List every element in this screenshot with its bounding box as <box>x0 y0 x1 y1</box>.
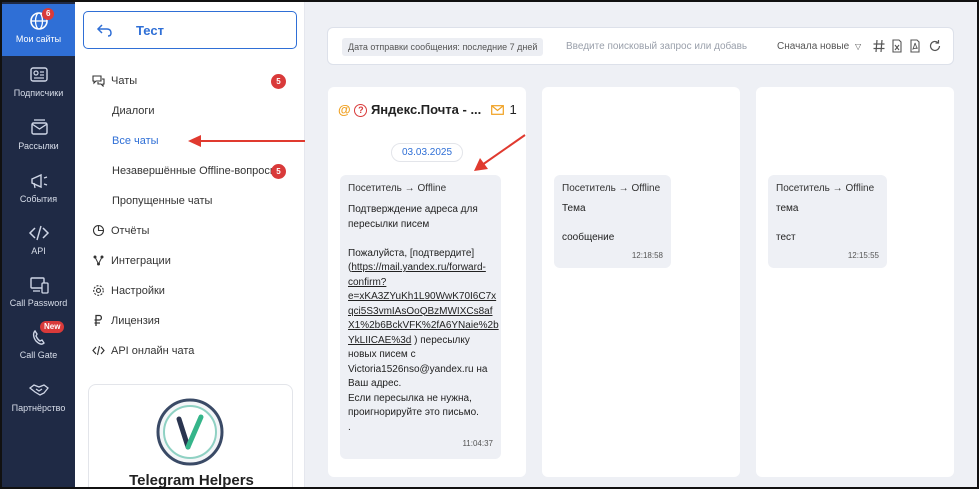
ruble-icon <box>92 314 105 327</box>
menu-item-all-chats[interactable]: Все чаты <box>75 128 305 154</box>
message-card[interactable]: Посетитель → Offline тема тест 12:15:55 <box>768 175 887 268</box>
message-time: 11:04:37 <box>462 439 493 448</box>
menu-label: API онлайн чата <box>111 345 195 357</box>
envelope-icon <box>491 103 504 118</box>
rail-item-events[interactable]: События <box>2 164 75 216</box>
telegram-helpers-logo <box>155 397 225 467</box>
rail-label: События <box>19 194 58 204</box>
rail-label: Мои сайты <box>15 34 62 44</box>
menu-label: Настройки <box>111 285 165 297</box>
new-badge: New <box>40 321 65 333</box>
menu-item-chats[interactable]: Чаты 5 <box>75 68 305 94</box>
rail-item-my-sites[interactable]: Мои сайты 6 <box>2 4 75 56</box>
refresh-icon[interactable] <box>928 39 942 53</box>
menu-label: Лицензия <box>111 315 160 327</box>
chat-bubbles-icon <box>92 74 105 88</box>
menu-item-unfinished-offline[interactable]: Незавершённые Offline-вопросы 5 <box>75 158 305 184</box>
telegram-helpers-promo[interactable]: Telegram Helpers <box>88 384 293 489</box>
sort-label: Сначала новые <box>777 41 850 52</box>
back-arrow-icon[interactable] <box>96 21 114 39</box>
confirm-link[interactable]: https://mail.yandex.ru/forward- confirm?… <box>348 262 499 346</box>
handshake-icon <box>2 377 75 403</box>
message-sender: Посетитель → Offline <box>562 183 661 194</box>
gear-icon <box>92 284 105 297</box>
chat-column: @ ? Яндекс.Почта - ... 1 03.03.2025 Посе… <box>328 87 526 477</box>
message-sender: Посетитель → Offline <box>348 183 447 194</box>
main-nav-rail: Мои сайты 6 Подписчики Рассылки События <box>2 2 75 487</box>
message-count: 1 <box>509 102 517 117</box>
megaphone-icon <box>2 168 75 194</box>
excel-export-icon[interactable] <box>890 39 904 53</box>
menu-item-chat-api[interactable]: API онлайн чата <box>75 338 305 364</box>
rail-label: Партнёрство <box>11 403 66 413</box>
globe-icon <box>2 8 75 34</box>
menu-item-settings[interactable]: Настройки <box>75 278 305 304</box>
sort-select[interactable]: Сначала новые ▽ <box>777 41 861 52</box>
rail-label: Рассылки <box>18 141 59 151</box>
menu-label: Все чаты <box>112 135 159 147</box>
pie-chart-icon <box>92 224 105 237</box>
filter-bar: Дата отправки сообщения: последние 7 дне… <box>327 27 954 65</box>
rail-item-api[interactable]: API <box>2 216 75 268</box>
rail-item-call-password[interactable]: Call Password <box>2 268 75 320</box>
menu-item-missed-chats[interactable]: Пропущенные чаты <box>75 188 305 214</box>
mail-stack-icon <box>2 115 75 141</box>
chat-column: Посетитель → Offline Тема сообщение 12:1… <box>542 87 740 477</box>
chat-sidebar: Тест Чаты 5 Диалоги Все чаты Незавершённ… <box>75 2 305 489</box>
promo-title: Telegram Helpers <box>129 472 254 489</box>
chevron-down-icon: ▽ <box>854 42 862 51</box>
message-text: ) пересылку новых писем с Victoria1526ns… <box>348 334 488 433</box>
rail-label: Подписчики <box>13 88 64 98</box>
chats-board: Дата отправки сообщения: последние 7 дне… <box>305 2 977 487</box>
menu-label: Интеграции <box>111 255 171 267</box>
rail-label: Call Gate <box>19 350 58 360</box>
integrations-icon <box>92 254 105 267</box>
message-body: Тема сообщение <box>562 203 615 243</box>
message-card[interactable]: Посетитель → Offline Тема сообщение 12:1… <box>554 175 671 268</box>
menu-label: Незавершённые Offline-вопросы <box>112 165 278 177</box>
message-body: тема тест <box>776 203 799 243</box>
devices-icon <box>2 272 75 298</box>
date-separator: 03.03.2025 <box>391 143 464 162</box>
at-sign-icon: @ <box>338 102 351 117</box>
code-icon <box>92 344 105 357</box>
message-body: Подтверждение адреса для пересылки писем… <box>348 203 501 435</box>
message-time: 12:18:58 <box>631 251 663 260</box>
date-filter-chip[interactable]: Дата отправки сообщения: последние 7 дне… <box>342 38 544 56</box>
menu-item-integrations[interactable]: Интеграции <box>75 248 305 274</box>
project-selector[interactable]: Тест <box>83 11 297 49</box>
search-input[interactable]: Введите поисковый запрос или добавь <box>566 41 747 52</box>
app-window: Мои сайты 6 Подписчики Рассылки События <box>0 0 979 489</box>
project-title: Тест <box>136 23 164 38</box>
unread-badge: 5 <box>271 74 286 89</box>
code-icon <box>2 220 75 246</box>
menu-label: Чаты <box>111 75 138 87</box>
hashtag-icon[interactable] <box>872 39 886 53</box>
rail-label: Call Password <box>9 298 68 308</box>
menu-item-dialogs[interactable]: Диалоги <box>75 98 305 124</box>
id-card-icon <box>2 62 75 88</box>
unread-badge: 5 <box>271 164 286 179</box>
menu-label: Диалоги <box>112 105 155 117</box>
menu-label: Пропущенные чаты <box>112 195 213 207</box>
phone-icon <box>2 324 75 350</box>
rail-label: API <box>31 246 46 256</box>
rail-item-mailings[interactable]: Рассылки <box>2 111 75 163</box>
menu-item-license[interactable]: Лицензия <box>75 308 305 334</box>
column-title: Яндекс.Почта - ... <box>370 102 482 117</box>
pdf-export-icon[interactable] <box>908 39 922 53</box>
message-time: 12:15:55 <box>847 251 879 260</box>
message-sender: Посетитель → Offline <box>776 183 875 194</box>
menu-item-reports[interactable]: Отчёты <box>75 218 305 244</box>
rail-item-partnership[interactable]: Партнёрство <box>2 373 75 425</box>
column-header[interactable]: @ ? Яндекс.Почта - ... 1 <box>338 102 517 118</box>
chat-column: Посетитель → Offline тема тест 12:15:55 <box>756 87 954 477</box>
message-card[interactable]: Посетитель → Offline Подтверждение адрес… <box>340 175 501 459</box>
help-circle-icon: ? <box>354 104 368 117</box>
rail-item-call-gate[interactable]: Call Gate New <box>2 320 75 372</box>
menu-label: Отчёты <box>111 225 150 237</box>
rail-item-subscribers[interactable]: Подписчики <box>2 58 75 110</box>
